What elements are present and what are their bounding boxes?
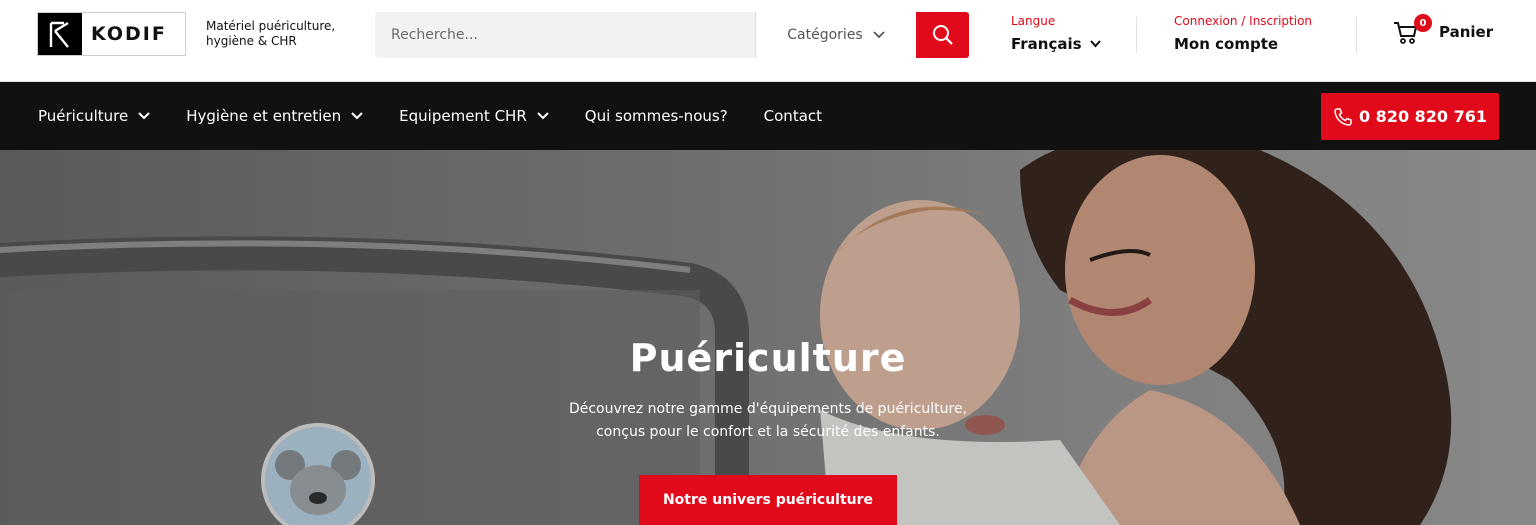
tagline-line-1: Matériel puériculture, [206,19,336,33]
language-selector[interactable]: Langue Français [1011,13,1101,53]
chevron-down-icon [1089,40,1101,48]
chevron-down-icon [537,112,549,120]
nav-item-label: Equipement CHR [399,107,527,125]
phone-icon [1334,107,1352,126]
cart-label: Panier [1439,23,1494,41]
chevron-down-icon [873,31,885,39]
header-divider [1356,17,1357,53]
site-header: KODIF Matériel puériculture, hygiène & C… [0,0,1536,82]
chevron-down-icon [138,112,150,120]
main-navigation: Puériculture Hygiène et entretien Equipe… [0,82,1536,150]
nav-item-equipement-chr[interactable]: Equipement CHR [399,107,549,125]
tagline: Matériel puériculture, hygiène & CHR [206,19,356,49]
nav-item-label: Hygiène et entretien [186,107,342,125]
nav-item-label: Contact [763,107,823,125]
chevron-down-icon [351,112,363,120]
nav-item-qui-sommes-nous[interactable]: Qui sommes-nous? [585,107,728,125]
search-button[interactable] [916,12,969,58]
category-select[interactable]: Catégories [755,12,916,58]
nav-item-hygiene[interactable]: Hygiène et entretien [186,107,363,125]
category-select-label: Catégories [787,27,863,43]
cart-button[interactable]: 0 Panier [1392,14,1494,46]
kodif-logo-mark [38,13,82,55]
nav-item-contact[interactable]: Contact [764,107,822,125]
phone-number: 0 820 820 761 [1358,107,1488,126]
nav-item-label: Qui sommes-nous? [584,107,728,125]
phone-button[interactable]: 0 820 820 761 [1321,93,1499,140]
search-icon [932,25,953,45]
account-label: Connexion / Inscription [1174,14,1313,28]
search-bar: Catégories [375,12,969,58]
tagline-line-2: hygiène & CHR [206,34,297,48]
logo-text: KODIF [91,23,167,45]
hero-subtitle-line-2: conçus pour le confort et la sécurité de… [596,424,940,440]
hero-cta-button[interactable]: Notre univers puériculture [639,475,897,525]
hero-title: Puériculture [629,336,907,380]
kodif-logo[interactable]: KODIF [37,12,186,56]
hero-subtitle: Découvrez notre gamme d'équipements de p… [0,398,1536,444]
header-divider [1136,17,1137,53]
account-link[interactable]: Connexion / Inscription Mon compte [1174,13,1312,53]
hero-banner: Puériculture Découvrez notre gamme d'équ… [0,150,1536,525]
search-input[interactable] [375,12,755,58]
language-label: Langue [1011,14,1056,28]
language-value: Français [1011,35,1082,53]
nav-item-label: Puériculture [38,107,129,125]
account-value: Mon compte [1174,35,1279,53]
nav-item-puericulture[interactable]: Puériculture [38,107,150,125]
cart-count-badge: 0 [1414,14,1432,32]
hero-subtitle-line-1: Découvrez notre gamme d'équipements de p… [568,401,968,417]
